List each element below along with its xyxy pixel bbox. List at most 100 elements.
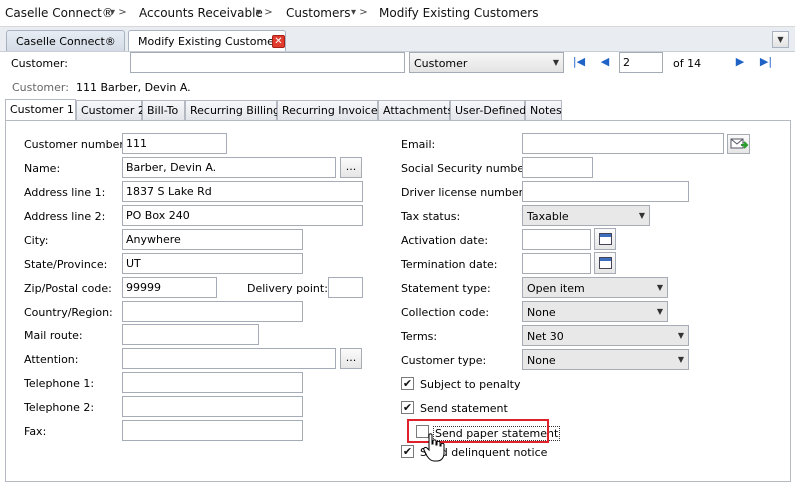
doc-tab-modify-existing-customers[interactable]: Modify Existing Customers ✕ [128,30,286,52]
telephone-2-label: Telephone 2: [24,401,95,414]
tab-notes[interactable]: Notes [525,100,562,120]
first-record-icon[interactable]: |◀ [572,55,586,68]
breadcrumb-dropdown-arrow[interactable]: ▾ > [110,7,127,18]
country-region-field[interactable] [122,301,303,322]
current-customer-value: 111 Barber, Devin A. [76,81,191,94]
tab-list-dropdown-button[interactable]: ▼ [772,31,789,48]
tab-customer-2[interactable]: Customer 2 [76,100,145,120]
customer-lookup-input[interactable] [130,52,405,73]
name-lookup-button[interactable]: ... [340,157,362,178]
tax-status-label: Tax status: [401,210,461,223]
mail-route-label: Mail route: [24,329,83,342]
tab-customer-1[interactable]: Customer 1 [5,99,76,120]
customer-lookup-label: Customer: [11,57,68,70]
telephone-2-field[interactable] [122,396,303,417]
send-email-button[interactable] [727,134,750,154]
statement-type-label: Statement type: [401,282,491,295]
address-line-2-field[interactable] [122,205,363,226]
activation-date-label: Activation date: [401,234,489,247]
breadcrumb-dropdown-arrow[interactable]: ▾ > [256,7,273,18]
customer-number-field[interactable] [122,133,227,154]
chevron-down-icon: ▼ [677,355,684,364]
tax-status-select[interactable]: Taxable ▼ [522,205,650,226]
collection-code-select[interactable]: None ▼ [522,301,668,322]
fax-field[interactable] [122,420,303,441]
address-line-2-label: Address line 2: [24,210,106,223]
document-tab-strip: Caselle Connect® Modify Existing Custome… [0,27,795,52]
zip-postal-code-field[interactable] [122,277,217,298]
attention-field[interactable] [122,348,336,369]
tax-status-value: Taxable [527,210,569,223]
driver-license-field[interactable] [522,181,689,202]
name-label: Name: [24,162,61,175]
page-count-label: of 14 [673,57,702,70]
breadcrumb-accounts-receivable[interactable]: Accounts Receivable [139,6,263,20]
termination-date-label: Termination date: [401,258,498,271]
page-number-input[interactable] [619,52,663,73]
mail-route-field[interactable] [122,324,259,345]
state-province-label: State/Province: [24,258,108,271]
zip-postal-code-label: Zip/Postal code: [24,282,112,295]
previous-record-icon[interactable]: ◀ [598,55,612,68]
terms-label: Terms: [401,330,438,343]
tab-recurring-invoices[interactable]: Recurring Invoices [277,100,383,120]
activation-date-field[interactable] [522,229,591,250]
customer-type-value: None [527,354,556,367]
delivery-point-field[interactable] [328,277,363,298]
address-line-1-field[interactable] [122,181,363,202]
hand-cursor-icon [423,433,445,462]
name-field[interactable] [122,157,336,178]
termination-date-field[interactable] [522,253,591,274]
delivery-point-label: Delivery point: [247,282,328,295]
chevron-down-icon: ▼ [638,211,645,220]
tab-recurring-billings[interactable]: Recurring Billings [185,100,286,120]
chevron-down-icon: ▼ [656,307,663,316]
tab-bill-to[interactable]: Bill-To [142,100,185,120]
close-icon[interactable]: ✕ [272,35,285,48]
attention-label: Attention: [24,353,79,366]
telephone-1-label: Telephone 1: [24,377,95,390]
country-region-label: Country/Region: [24,306,113,319]
attention-lookup-button[interactable]: ... [340,348,362,369]
breadcrumb-caselle-connect[interactable]: Caselle Connect® [5,6,114,20]
state-province-field[interactable] [122,253,303,274]
city-field[interactable] [122,229,303,250]
terms-select[interactable]: Net 30 ▼ [522,325,689,346]
chevron-down-icon: ▼ [656,283,663,292]
doc-tab-label: Modify Existing Customers [138,35,285,48]
customer-type-label: Customer type: [401,354,487,367]
calendar-icon[interactable] [594,228,616,250]
breadcrumb-dropdown-arrow[interactable]: ▾ > [351,7,368,18]
tab-attachments[interactable]: Attachments [378,100,453,120]
breadcrumb-modify-existing-customers: Modify Existing Customers [379,6,539,20]
collection-code-value: None [527,306,556,319]
ssn-label: Social Security number: [401,162,533,175]
next-record-icon[interactable]: ▶ [733,55,747,68]
driver-license-label: Driver license number: [401,186,527,199]
email-field[interactable] [522,133,724,154]
customer-number-label: Customer number: [24,138,128,151]
breadcrumb: Caselle Connect® ▾ > Accounts Receivable… [0,0,795,27]
email-icon [730,138,749,149]
statement-type-value: Open item [527,282,585,295]
send-delinquent-notice-checkbox[interactable]: ✔ [401,445,414,458]
telephone-1-field[interactable] [122,372,303,393]
last-record-icon[interactable]: ▶| [759,55,773,68]
ssn-field[interactable] [522,157,593,178]
statement-type-select[interactable]: Open item ▼ [522,277,668,298]
doc-tab-caselle-connect[interactable]: Caselle Connect® [6,30,125,51]
calendar-icon[interactable] [594,252,616,274]
customer-type-select[interactable]: None ▼ [522,349,689,370]
subject-to-penalty-label[interactable]: Subject to penalty [420,378,521,391]
chevron-down-icon: ▼ [677,331,684,340]
current-customer-label: Customer: [12,81,69,94]
email-label: Email: [401,138,436,151]
terms-value: Net 30 [527,330,564,343]
tab-user-defined[interactable]: User-Defined [450,100,526,120]
subject-to-penalty-checkbox[interactable]: ✔ [401,377,414,390]
search-by-value: Customer [414,57,468,70]
send-statement-label[interactable]: Send statement [420,402,508,415]
breadcrumb-customers[interactable]: Customers [286,6,351,20]
send-statement-checkbox[interactable]: ✔ [401,401,414,414]
search-by-select[interactable]: Customer ▼ [409,52,564,73]
